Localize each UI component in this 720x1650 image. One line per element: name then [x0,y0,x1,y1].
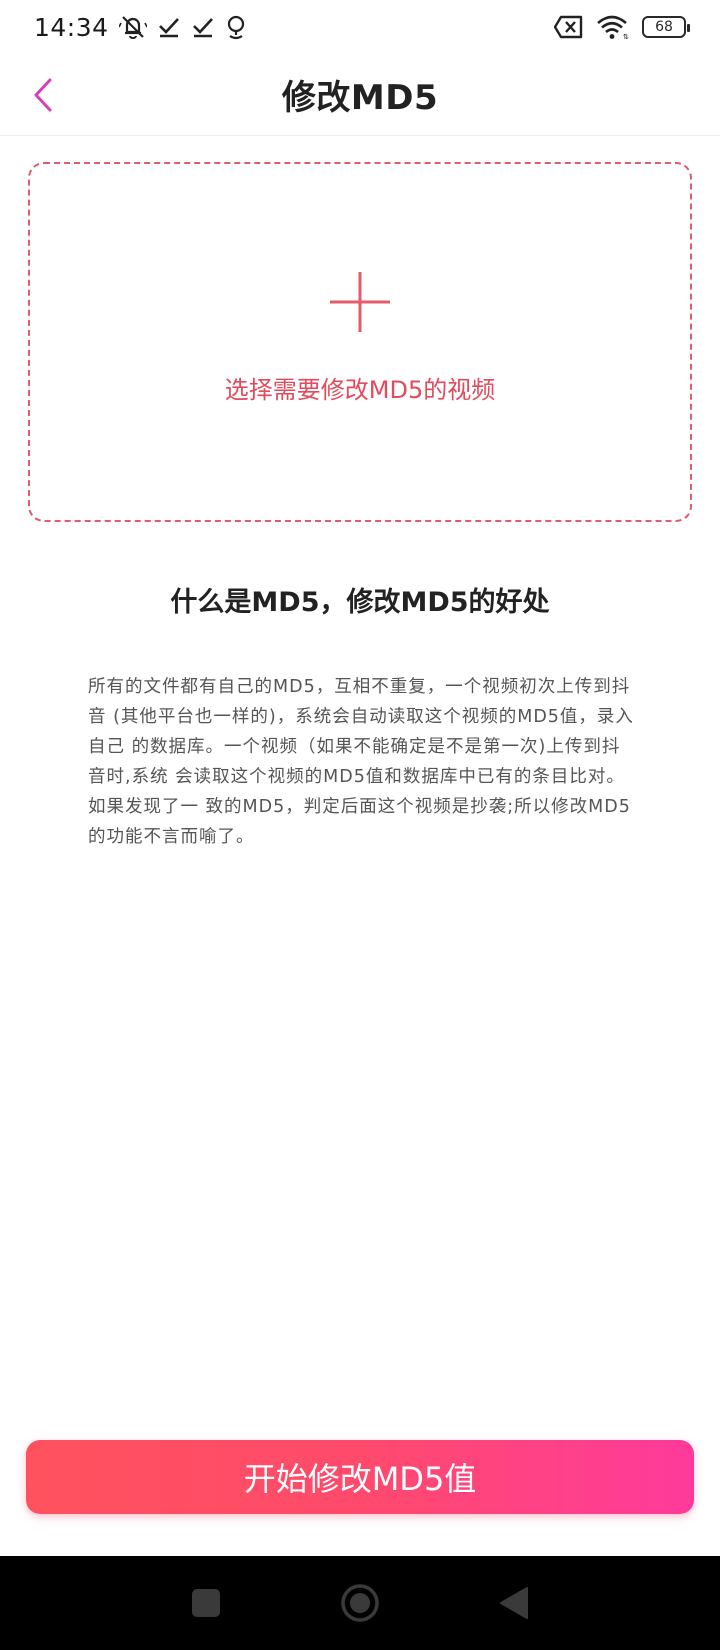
sim-error-icon [554,15,583,39]
home-icon [341,1584,379,1622]
wifi-icon: ⇅ [597,15,629,40]
status-bar: 14:34 ⇅ 68 [0,0,720,54]
back-button[interactable] [18,70,68,120]
plus-icon [330,272,390,332]
recent-apps-icon [192,1589,220,1617]
battery-icon: 68 [642,16,690,38]
select-video-area[interactable]: 选择需要修改MD5的视频 [28,162,692,522]
system-nav-bar [0,1556,720,1650]
location-icon [227,15,244,40]
status-notification-icons [118,14,247,40]
mute-bell-icon [118,16,147,39]
select-video-label: 选择需要修改MD5的视频 [224,376,496,404]
chevron-left-icon [34,78,52,112]
app-header: 修改MD5 [0,54,720,136]
screen: 14:34 ⇅ 68 修改MD5 选择需要修改MD5的视频 什么是MD5，修改M… [0,0,720,1650]
page-title: 修改MD5 [281,78,439,118]
back-nav-button[interactable] [492,1581,536,1625]
status-right: ⇅ 68 [554,14,690,40]
check-icon [192,18,213,38]
info-description: 所有的文件都有自己的MD5，互相不重复，一个视频初次上传到抖音 (其他平台也一样… [88,677,634,847]
status-left: 14:34 [34,13,247,42]
info-title: 什么是MD5，修改MD5的好处 [170,587,550,618]
home-button[interactable] [338,1581,382,1625]
back-triangle-icon [500,1587,528,1619]
check-icon [158,18,179,38]
start-modify-md5-button[interactable]: 开始修改MD5值 [26,1440,694,1514]
battery-level: 68 [655,19,673,35]
recent-apps-button[interactable] [184,1581,228,1625]
svg-text:⇅: ⇅ [623,33,629,40]
status-time: 14:34 [34,12,109,42]
